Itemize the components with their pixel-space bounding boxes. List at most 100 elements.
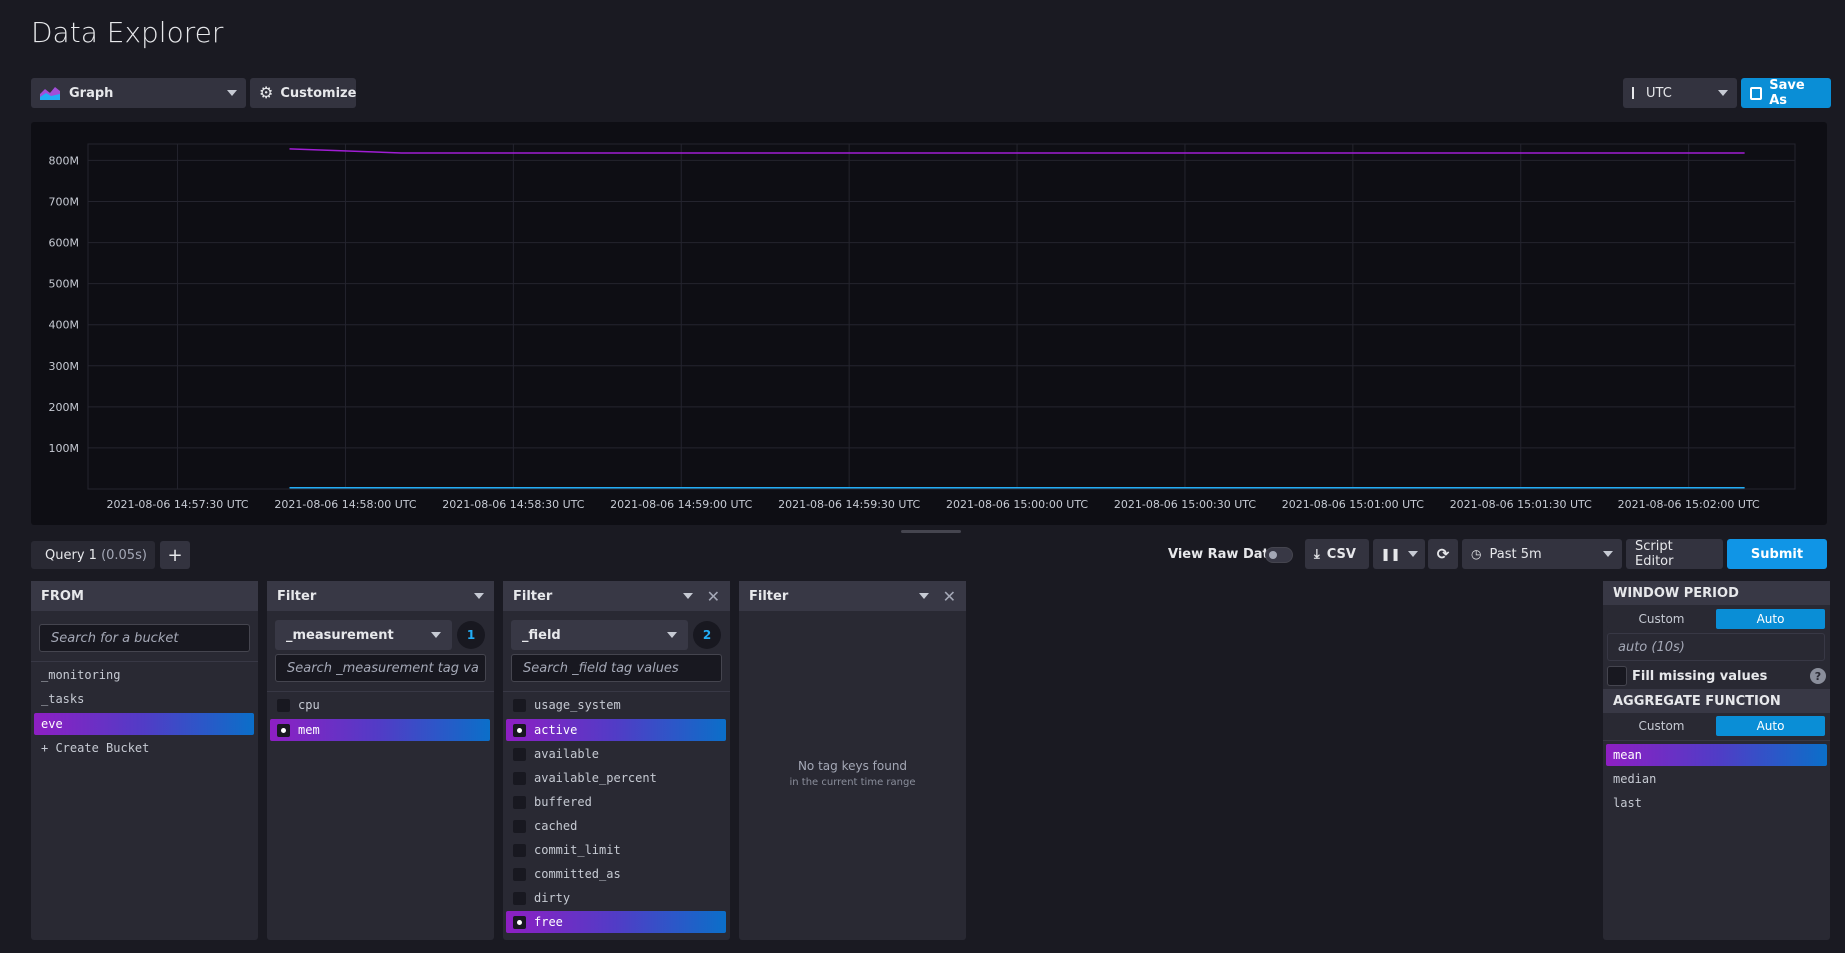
selected-count-badge: 1 — [457, 621, 485, 649]
view-raw-data-toggle[interactable] — [1265, 547, 1293, 563]
tag-value-item[interactable]: available_percent — [513, 767, 726, 789]
chevron-down-icon — [431, 632, 441, 638]
plot-area — [87, 143, 1796, 490]
script-editor-button[interactable]: Script Editor — [1626, 539, 1723, 569]
tag-value-search-input[interactable]: Search _measurement tag va — [275, 654, 486, 682]
checkbox[interactable] — [513, 747, 526, 761]
tag-value-item[interactable]: committed_as — [513, 863, 726, 885]
bucket-item[interactable]: _tasks — [41, 688, 254, 710]
bucket-item[interactable]: _monitoring — [41, 664, 254, 686]
tag-key-dropdown[interactable]: _measurement — [275, 620, 452, 650]
resize-handle[interactable] — [901, 530, 961, 533]
export-icon — [1750, 86, 1763, 100]
tag-value-item[interactable]: cached — [513, 815, 726, 837]
tag-value-item-selected[interactable]: active — [506, 719, 726, 741]
checkbox[interactable] — [277, 723, 290, 737]
close-icon[interactable]: ✕ — [943, 587, 956, 606]
tag-key-dropdown[interactable]: _field — [511, 620, 688, 650]
timezone-dropdown[interactable]: UTC — [1623, 78, 1737, 108]
csv-button[interactable]: ⤓ CSV — [1305, 539, 1369, 569]
line-chart: 800M 700M 600M 500M 400M 300M 200M 100M 2021-08-… — [49, 143, 1796, 511]
filter-header[interactable]: Filter ✕ — [503, 581, 730, 611]
chevron-down-icon — [1407, 551, 1418, 557]
aggregate-function-item[interactable]: median — [1613, 768, 1826, 790]
y-tick-label: 300M — [49, 360, 80, 373]
checkbox[interactable] — [513, 795, 526, 809]
aggregate-function-item[interactable]: last — [1613, 792, 1826, 814]
clock-icon: ◷ — [1471, 547, 1482, 561]
query-tab[interactable]: Query 1 (0.05s) — [31, 541, 155, 569]
checkbox[interactable] — [513, 843, 526, 857]
empty-state-title: No tag keys found — [797, 759, 908, 773]
checkbox[interactable] — [513, 771, 526, 785]
aggregate-auto-option[interactable]: Auto — [1716, 716, 1825, 736]
fill-missing-row[interactable]: Fill missing values — [1607, 665, 1825, 687]
aggregate-function-item-selected[interactable]: mean — [1606, 744, 1827, 766]
from-header: FROM — [31, 581, 258, 611]
tag-value-search-input[interactable]: Search _field tag values — [511, 654, 722, 682]
view-type-dropdown[interactable]: Graph — [31, 78, 246, 108]
window-period-toggle[interactable]: Custom Auto — [1607, 609, 1825, 629]
checkbox[interactable] — [513, 723, 526, 737]
chevron-down-icon — [918, 593, 929, 599]
checkbox[interactable] — [513, 698, 526, 712]
chevron-down-icon — [667, 632, 677, 638]
fill-missing-checkbox[interactable] — [1607, 666, 1627, 686]
aggregate-card: WINDOW PERIOD Custom Auto auto (10s) Fil… — [1603, 581, 1830, 940]
x-tick-label: 2021-08-06 14:57:30 UTC — [106, 498, 248, 511]
submit-button[interactable]: Submit — [1727, 539, 1827, 569]
filter-card-1: Filter _measurement 1 Search _measuremen… — [267, 581, 494, 940]
bucket-search-input[interactable]: Search for a bucket — [39, 624, 250, 652]
page-title: Data Explorer — [31, 16, 224, 49]
checkbox[interactable] — [513, 819, 526, 833]
x-tick-label: 2021-08-06 15:02:00 UTC — [1618, 498, 1760, 511]
y-tick-label: 500M — [49, 278, 80, 291]
checkbox[interactable] — [513, 867, 526, 881]
window-auto-option[interactable]: Auto — [1716, 609, 1825, 629]
tag-value-item-selected[interactable]: mem — [270, 719, 490, 741]
filter-header[interactable]: Filter — [267, 581, 494, 611]
pause-dropdown[interactable]: ❚❚ — [1373, 539, 1425, 569]
pause-icon: ❚❚ — [1380, 547, 1401, 561]
refresh-icon: ⟳ — [1436, 545, 1450, 563]
checkbox[interactable] — [513, 915, 526, 929]
checkbox[interactable] — [277, 698, 290, 712]
tag-value-item[interactable]: dirty — [513, 887, 726, 909]
chevron-down-icon — [1718, 90, 1728, 96]
tag-value-item[interactable]: usage_system — [513, 694, 726, 716]
y-tick-label: 400M — [49, 319, 80, 332]
from-card: FROM Search for a bucket _monitoring _ta… — [31, 581, 258, 940]
bucket-item-selected[interactable]: eve — [34, 713, 254, 735]
tag-value-item[interactable]: cpu — [277, 694, 490, 716]
save-as-button[interactable]: Save As — [1741, 78, 1831, 108]
aggregate-toggle[interactable]: Custom Auto — [1607, 716, 1825, 736]
gear-icon: ⚙ — [259, 83, 274, 102]
filter-header[interactable]: Filter ✕ — [739, 581, 966, 611]
time-range-dropdown[interactable]: ◷ Past 5m — [1462, 539, 1622, 569]
tag-value-item[interactable]: commit_limit — [513, 839, 726, 861]
window-custom-option[interactable]: Custom — [1607, 609, 1716, 629]
aggregate-function-header: AGGREGATE FUNCTION — [1603, 689, 1830, 713]
y-tick-label: 100M — [49, 442, 80, 455]
create-bucket-button[interactable]: + Create Bucket — [41, 737, 254, 759]
graph-panel: 800M 700M 600M 500M 400M 300M 200M 100M 2021-08-… — [31, 122, 1827, 525]
tag-value-item[interactable]: available — [513, 743, 726, 765]
close-icon[interactable]: ✕ — [707, 587, 720, 606]
x-tick-label: 2021-08-06 15:01:00 UTC — [1282, 498, 1424, 511]
checkbox[interactable] — [513, 891, 526, 905]
x-tick-label: 2021-08-06 14:59:30 UTC — [778, 498, 920, 511]
aggregate-custom-option[interactable]: Custom — [1607, 716, 1716, 736]
customize-button[interactable]: ⚙ Customize — [250, 78, 356, 108]
view-raw-data-label: View Raw Data — [1168, 547, 1278, 562]
refresh-button[interactable]: ⟳ — [1428, 539, 1458, 569]
x-tick-label: 2021-08-06 15:01:30 UTC — [1450, 498, 1592, 511]
view-type-label: Graph — [69, 85, 114, 101]
tag-value-item[interactable]: buffered — [513, 791, 726, 813]
tag-value-item-selected[interactable]: free — [506, 911, 726, 933]
y-tick-label: 700M — [49, 196, 80, 209]
y-tick-label: 800M — [49, 154, 80, 167]
window-period-input[interactable]: auto (10s) — [1607, 633, 1825, 661]
add-query-button[interactable]: + — [160, 541, 190, 569]
help-icon[interactable]: ? — [1810, 668, 1826, 684]
chevron-down-icon — [682, 593, 693, 599]
